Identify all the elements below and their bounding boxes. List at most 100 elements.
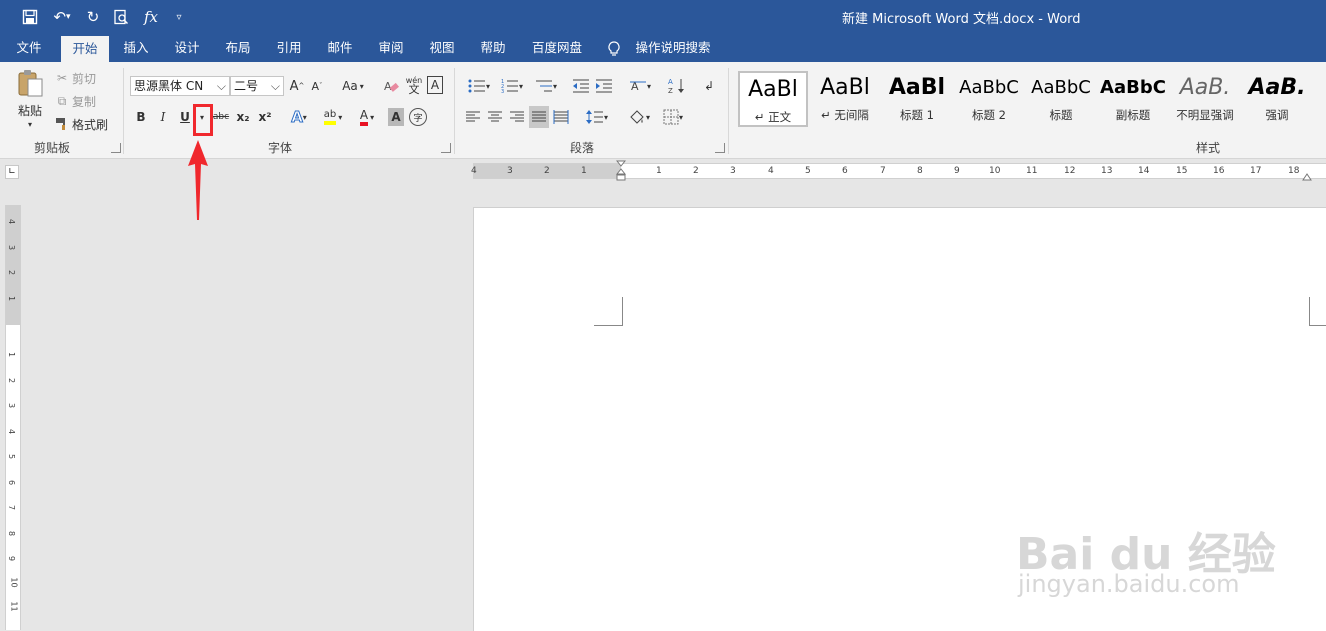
numbering-button[interactable]: 1 2 3 ▾ [497,76,527,96]
ruler-tick: 8 [7,530,17,537]
format-painter-button[interactable]: 格式刷 [72,115,112,133]
save-icon[interactable] [20,7,40,27]
tab-help[interactable]: 帮助 [471,34,515,62]
font-launcher-icon[interactable] [441,143,451,153]
text-effects-button[interactable]: A ▾ [285,107,313,127]
format-painter-icon[interactable] [54,115,70,133]
character-shading-button[interactable]: A [388,108,404,126]
sort-icon[interactable]: AZ [666,76,688,96]
show-formatting-marks-icon[interactable]: ↲ [700,76,718,96]
borders-button[interactable]: ▾ [658,107,688,127]
style-preview: AaBl [748,77,798,102]
font-size-combo[interactable]: 二号 ⌵ [230,76,284,96]
underline-button[interactable]: U [177,108,193,126]
svg-text:Z: Z [668,87,673,95]
change-case-button[interactable]: Aa ▾ [338,76,368,96]
undo-icon[interactable]: ↶ ▾ [48,7,76,27]
increase-indent-icon[interactable] [594,76,614,96]
tab-design[interactable]: 设计 [165,34,209,62]
bullets-button[interactable]: ▾ [464,76,494,96]
horizontal-ruler[interactable]: 4 3 2 1 1 2 3 4 5 6 7 8 9 10 11 12 13 14… [471,160,1326,182]
paste-dropdown-icon[interactable]: ▾ [24,118,36,130]
ruler-tick: 9 [7,555,17,562]
bold-button[interactable]: B [133,108,149,126]
baidu-watermark-url: jingyan.baidu.com [1018,570,1240,598]
cut-button[interactable]: 剪切 [72,69,102,87]
paste-icon[interactable] [12,68,48,98]
grow-font-button[interactable]: A ^ [289,76,305,96]
justify-icon[interactable] [529,106,549,128]
vertical-ruler[interactable]: 4 3 2 1 1 2 3 4 5 6 7 8 9 10 11 [5,205,21,630]
subscript-button[interactable]: x₂ [234,108,252,126]
style-title[interactable]: AaBbC 标题 [1026,71,1096,127]
chevron-down-icon[interactable]: ⌵ [217,77,226,95]
align-center-icon[interactable] [486,107,504,127]
multilevel-list-button[interactable]: ▾ [531,76,561,96]
ruler-tick: 17 [1250,166,1262,176]
enclose-characters-button[interactable]: 字 [409,108,427,126]
indent-marker-icon[interactable] [615,160,627,182]
tab-home[interactable]: 开始 [61,36,109,62]
italic-button[interactable]: I [155,108,171,126]
annotation-highlight-box [193,104,213,136]
style-normal[interactable]: AaBl ↵ 正文 [738,71,808,127]
chevron-down-icon[interactable]: ⌵ [271,77,280,95]
ruler-tick: 1 [656,166,662,176]
tab-references[interactable]: 引用 [267,34,311,62]
cut-icon[interactable]: ✂ [54,69,70,87]
tab-selector[interactable]: ∟ [5,165,19,179]
print-preview-icon[interactable] [112,7,130,27]
tab-baidu-netdisk[interactable]: 百度网盘 [524,34,590,62]
paste-button[interactable]: 粘贴 [12,102,48,118]
clipboard-launcher-icon[interactable] [111,143,121,153]
style-preview: AaBbC [959,77,1019,98]
tab-view[interactable]: 视图 [420,34,464,62]
customize-qat-icon[interactable]: ▿ [172,7,186,27]
superscript-button[interactable]: x² [256,108,274,126]
clear-formatting-icon[interactable]: A [382,76,400,96]
style-name: 标题 [1049,108,1073,122]
distributed-align-icon[interactable] [552,107,570,127]
style-name: 标题 2 [972,108,1006,122]
title-bar: ↶ ▾ ↻ fx ▿ 新建 Microsoft Word 文档.docx - Wo… [0,0,1326,34]
shading-button[interactable]: ▾ [624,107,654,127]
character-border-button[interactable]: A [427,76,443,94]
chinese-layout-button[interactable]: A ▾ [624,76,656,96]
align-left-icon[interactable] [464,107,482,127]
font-name-combo[interactable]: 思源黑体 CN ⌵ [130,76,230,96]
redo-icon[interactable]: ↻ [84,7,102,27]
shrink-font-button[interactable]: Aˇ [309,76,325,96]
copy-icon[interactable]: ⧉ [54,92,70,110]
style-preview: AaBl [888,75,946,100]
ruler-tick: 4 [768,166,774,176]
tab-review[interactable]: 审阅 [369,34,413,62]
ruler-tick: 5 [7,453,17,460]
style-subtitle[interactable]: AaBbC 副标题 [1098,71,1168,127]
annotation-arrow-icon [188,140,208,220]
style-no-spacing[interactable]: AaBl ↵ 无间隔 [810,71,880,127]
text-highlight-button[interactable]: ab ▾ [318,107,348,127]
align-right-icon[interactable] [508,107,526,127]
strikethrough-button[interactable]: abc [211,108,231,126]
tab-file[interactable]: 文件 [4,34,54,62]
copy-button[interactable]: 复制 [72,92,102,110]
style-heading-1[interactable]: AaBl 标题 1 [882,71,952,127]
style-emphasis[interactable]: AaB. 强调 [1242,71,1312,127]
style-heading-2[interactable]: AaBbC 标题 2 [954,71,1024,127]
tab-layout[interactable]: 布局 [216,34,260,62]
style-name: 强调 [1265,108,1289,122]
decrease-indent-icon[interactable] [571,76,591,96]
ruler-tick: 15 [1176,166,1188,176]
tab-mailings[interactable]: 邮件 [318,34,362,62]
paragraph-launcher-icon[interactable] [715,143,725,153]
ruler-tick: 13 [1101,166,1113,176]
tell-me-search[interactable]: 操作说明搜索 [630,34,716,62]
font-color-button[interactable]: A ▾ [352,107,382,127]
separator [454,68,455,154]
tab-insert[interactable]: 插入 [114,34,158,62]
style-subtle-emphasis[interactable]: AaB. 不明显强调 [1170,71,1240,127]
line-spacing-button[interactable]: ▾ [582,107,612,127]
phonetic-guide-button[interactable]: wén 文 [404,74,424,96]
formula-icon[interactable]: fx [142,7,160,27]
right-indent-marker-icon[interactable] [1302,170,1312,181]
